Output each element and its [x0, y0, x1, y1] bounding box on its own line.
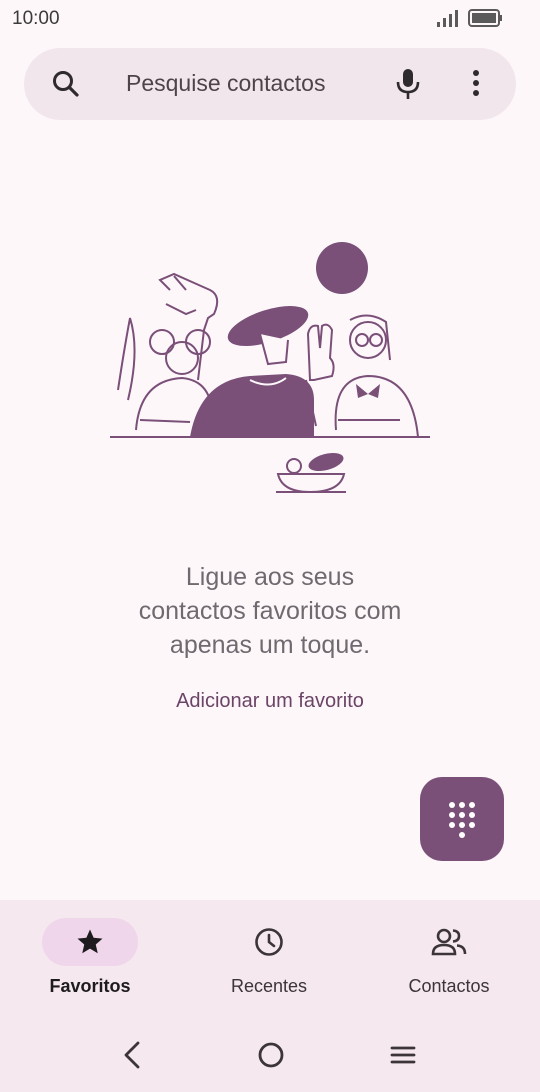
search-input[interactable]: Pesquise contactos: [126, 70, 325, 97]
tab-contacts-indicator[interactable]: [401, 918, 497, 966]
tab-contacts[interactable]: Contactos: [369, 918, 529, 997]
empty-state-line-2: contactos favoritos com: [138, 597, 402, 625]
tab-contacts-label[interactable]: Contactos: [369, 976, 529, 997]
mic-icon[interactable]: [392, 66, 424, 102]
search-bar[interactable]: Pesquise contactos: [24, 48, 516, 120]
home-icon[interactable]: [257, 1040, 285, 1070]
status-bar: 10:00: [0, 0, 540, 38]
clock-icon: [255, 928, 283, 956]
star-icon: [77, 929, 103, 954]
dialpad-icon: [449, 802, 475, 838]
tab-favorites-indicator[interactable]: [42, 918, 138, 966]
tab-favorites[interactable]: Favoritos: [10, 918, 170, 997]
empty-state-line-1: Ligue aos seus: [185, 563, 355, 591]
tab-recents[interactable]: Recentes: [189, 918, 349, 997]
tab-favorites-label[interactable]: Favoritos: [10, 976, 170, 997]
people-icon: [431, 928, 467, 956]
back-icon[interactable]: [120, 1040, 144, 1070]
favorites-illustration: [110, 242, 430, 494]
more-vert-icon[interactable]: [464, 66, 488, 102]
status-icons: [436, 8, 504, 28]
add-favorite-button[interactable]: Adicionar um favorito: [140, 690, 400, 713]
recents-apps-icon[interactable]: [390, 1040, 416, 1070]
empty-state-line-3: apenas um toque.: [169, 631, 371, 659]
search-icon[interactable]: [50, 68, 82, 100]
empty-state-message: Ligue aos seus contactos favoritos com a…: [70, 560, 470, 662]
tab-recents-label[interactable]: Recentes: [189, 976, 349, 997]
battery-icon: [468, 9, 502, 27]
dialpad-fab[interactable]: [420, 777, 504, 861]
status-time: 10:00: [12, 8, 60, 29]
signal-icon: [437, 10, 458, 27]
tab-recents-indicator[interactable]: [221, 918, 317, 966]
